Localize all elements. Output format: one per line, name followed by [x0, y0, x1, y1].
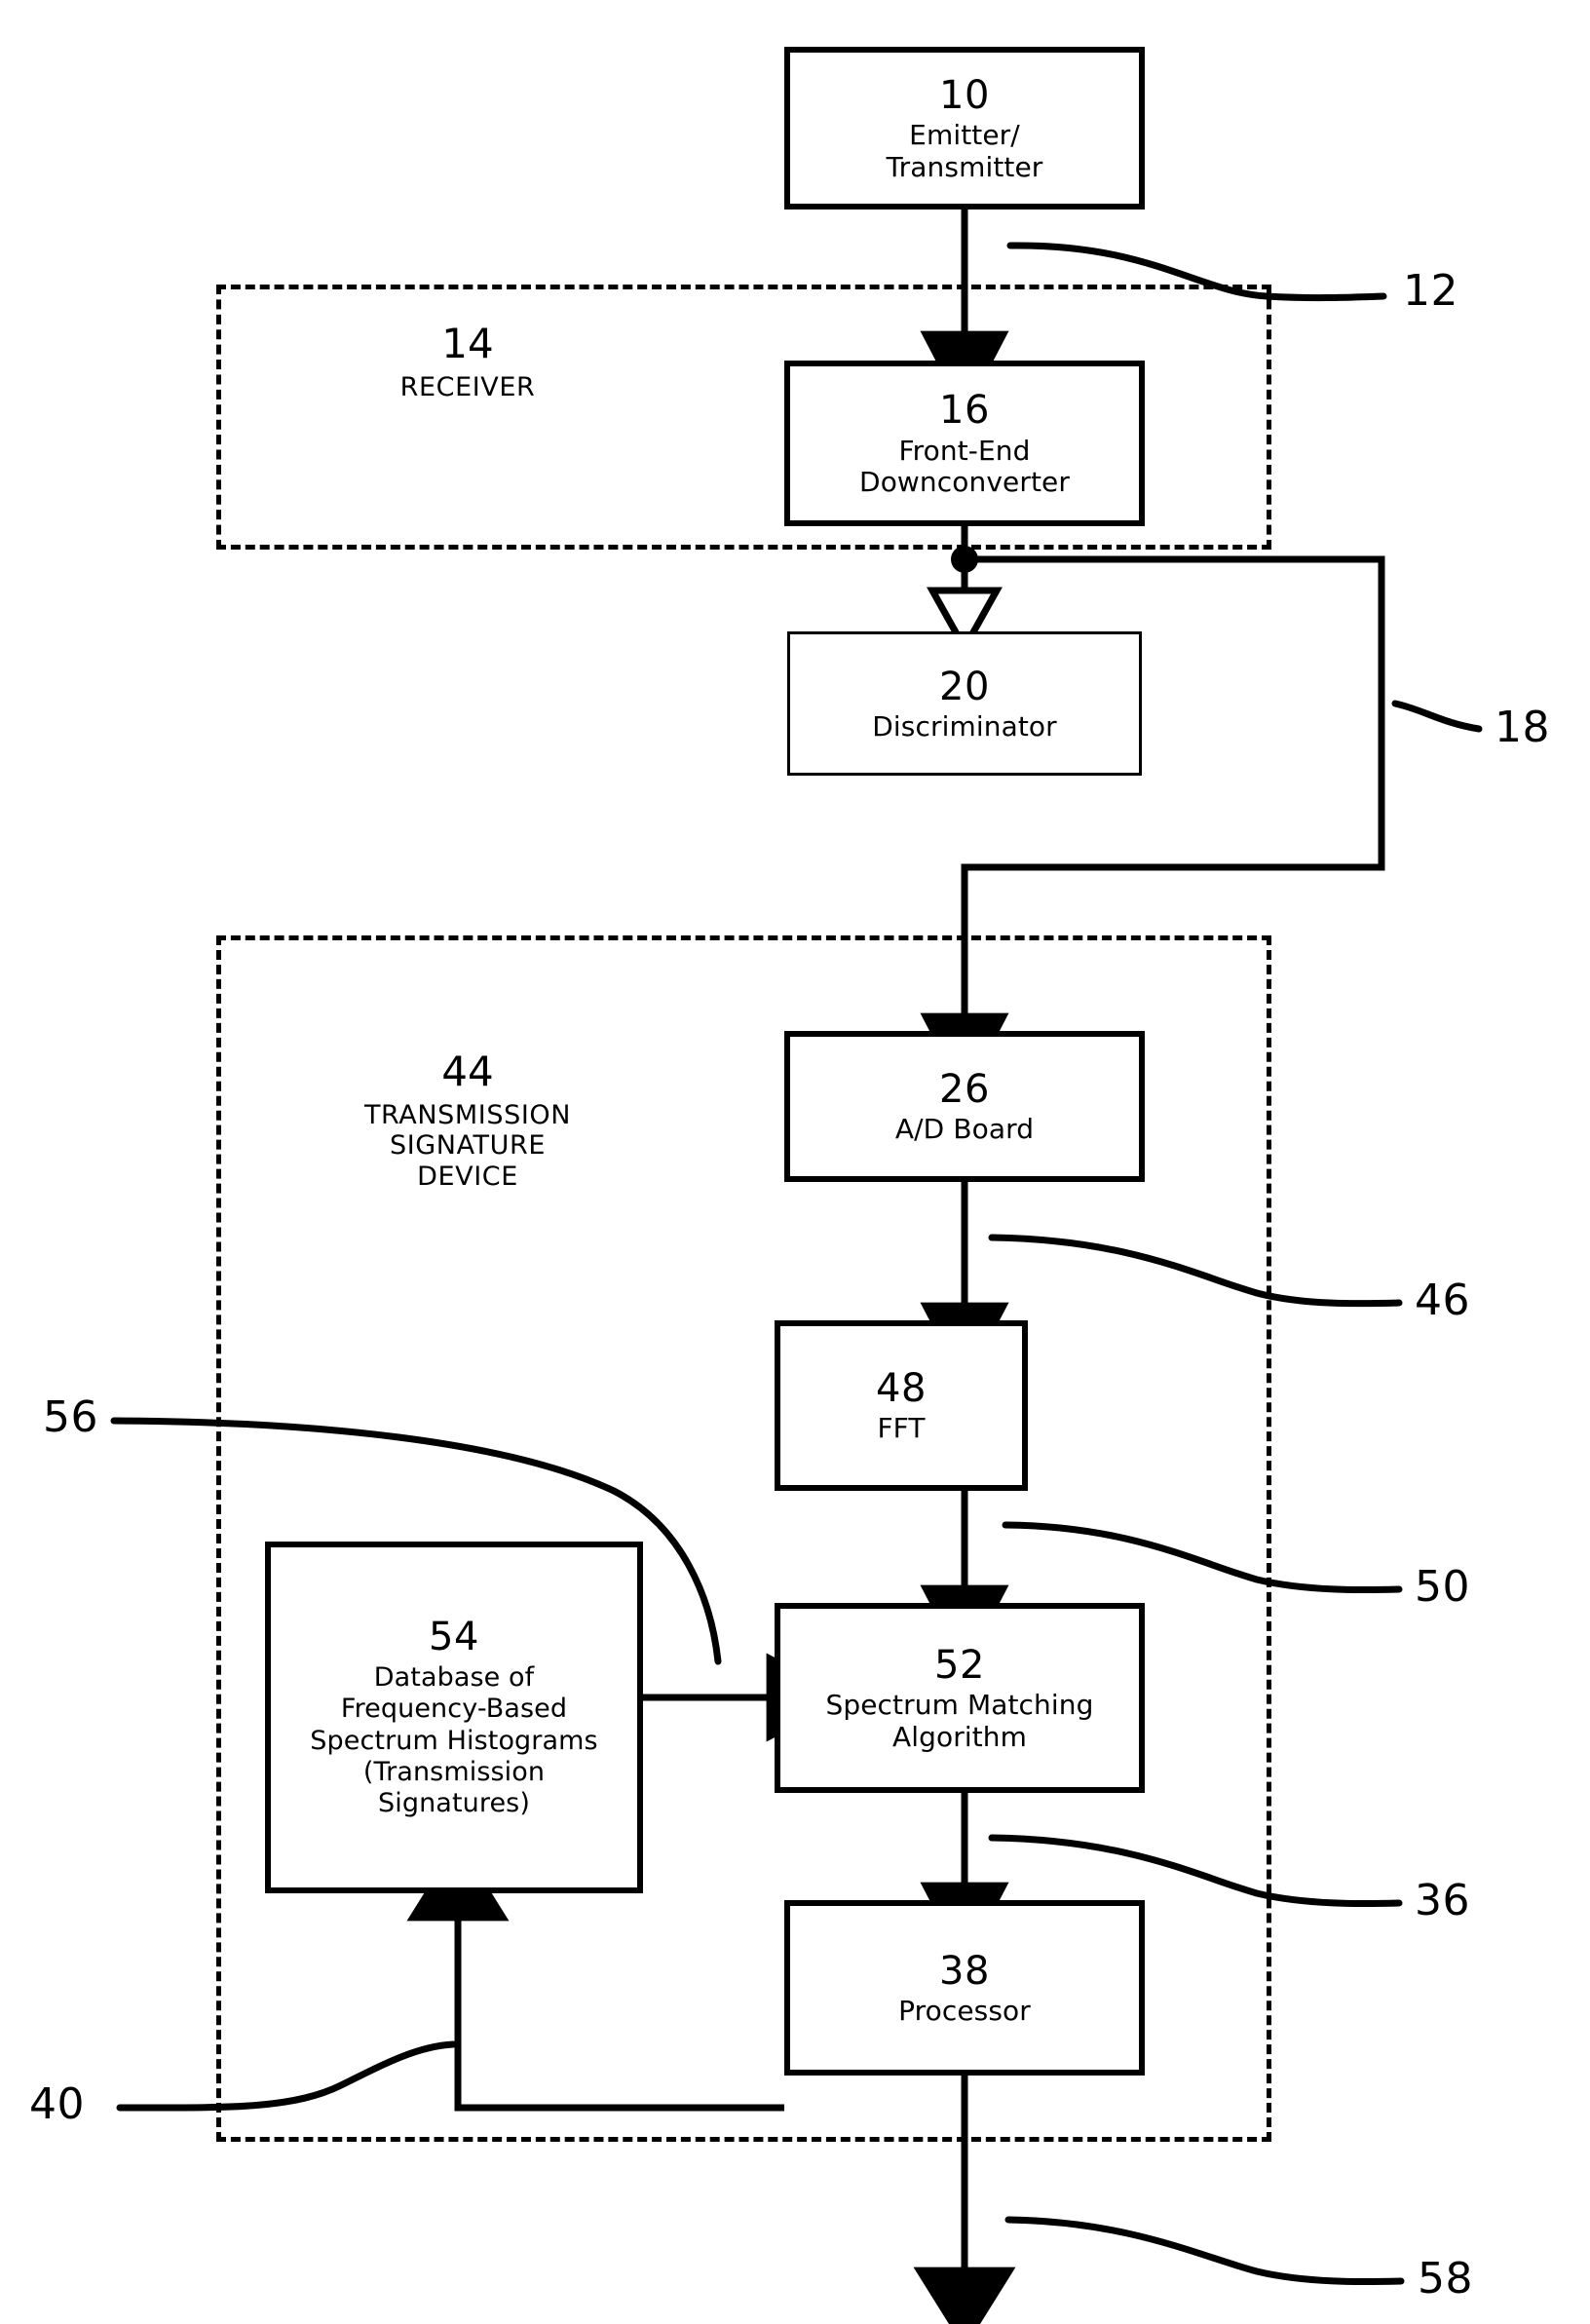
- reference-numeral-50: 50: [1415, 1562, 1470, 1612]
- block-52-caption-line-1: Spectrum Matching: [825, 1689, 1094, 1722]
- block-48-caption-line-1: FFT: [877, 1412, 926, 1445]
- block-front-end-downconverter[interactable]: 16 Front-End Downconverter: [784, 361, 1145, 526]
- block-54-caption-line-2: Frequency-Based: [340, 1694, 568, 1725]
- region-tsd-caption-line-1: TRANSMISSION: [363, 1099, 572, 1130]
- region-receiver-number: 14: [441, 320, 494, 367]
- block-processor[interactable]: 38 Processor: [784, 1900, 1145, 2076]
- block-20-caption-line-1: Discriminator: [872, 709, 1057, 743]
- reference-numeral-58: 58: [1418, 2254, 1473, 2304]
- region-receiver-label: 14 RECEIVER: [322, 320, 614, 402]
- block-52-number: 52: [934, 1642, 985, 1688]
- block-54-caption-line-5: Signatures): [378, 1788, 530, 1819]
- block-database-of-spectrum-histograms[interactable]: 54 Database of Frequency-Based Spectrum …: [265, 1542, 643, 1893]
- block-38-number: 38: [939, 1948, 990, 1994]
- block-emitter-transmitter[interactable]: 10 Emitter/ Transmitter: [784, 47, 1145, 210]
- reference-numeral-18: 18: [1495, 703, 1550, 752]
- patent-figure-canvas: 14 RECEIVER 44 TRANSMISSION SIGNATURE DE…: [0, 0, 1590, 2324]
- block-16-caption-line-2: Downconverter: [859, 466, 1070, 499]
- block-10-caption-line-1: Emitter/: [909, 119, 1020, 152]
- block-10-number: 10: [939, 72, 990, 118]
- block-fft[interactable]: 48 FFT: [775, 1320, 1028, 1491]
- block-26-number: 26: [939, 1067, 990, 1113]
- block-20-number: 20: [939, 664, 990, 709]
- block-discriminator[interactable]: 20 Discriminator: [787, 631, 1142, 776]
- region-tsd-caption-line-2: SIGNATURE: [389, 1130, 547, 1162]
- block-ad-board[interactable]: 26 A/D Board: [784, 1031, 1145, 1182]
- region-transmission-signature-device-label: 44 TRANSMISSION SIGNATURE DEVICE: [292, 1048, 643, 1193]
- leader-line-58: [1004, 2216, 1405, 2286]
- block-48-number: 48: [876, 1366, 927, 1412]
- block-16-caption-line-1: Front-End: [898, 434, 1031, 467]
- block-54-caption-line-4: (Transmission: [362, 1756, 546, 1787]
- reference-numeral-12: 12: [1403, 266, 1458, 316]
- region-receiver-caption: RECEIVER: [399, 371, 536, 402]
- region-tsd-caption-line-3: DEVICE: [417, 1162, 518, 1193]
- leader-line-18: [1391, 700, 1483, 733]
- block-26-caption-line-1: A/D Board: [894, 1113, 1035, 1146]
- block-16-number: 16: [939, 388, 990, 434]
- block-54-number: 54: [429, 1615, 479, 1660]
- block-54-caption-line-3: Spectrum Histograms: [310, 1725, 598, 1756]
- block-38-caption-line-1: Processor: [898, 1994, 1031, 2027]
- block-54-caption-line-1: Database of: [373, 1661, 535, 1693]
- reference-numeral-56: 56: [43, 1392, 98, 1442]
- region-tsd-number: 44: [441, 1048, 494, 1095]
- block-spectrum-matching-algorithm[interactable]: 52 Spectrum Matching Algorithm: [775, 1603, 1145, 1793]
- reference-numeral-46: 46: [1415, 1276, 1470, 1325]
- reference-numeral-36: 36: [1415, 1876, 1470, 1925]
- reference-numeral-40: 40: [29, 2079, 85, 2129]
- block-10-caption-line-2: Transmitter: [886, 150, 1043, 183]
- block-52-caption-line-2: Algorithm: [891, 1720, 1028, 1753]
